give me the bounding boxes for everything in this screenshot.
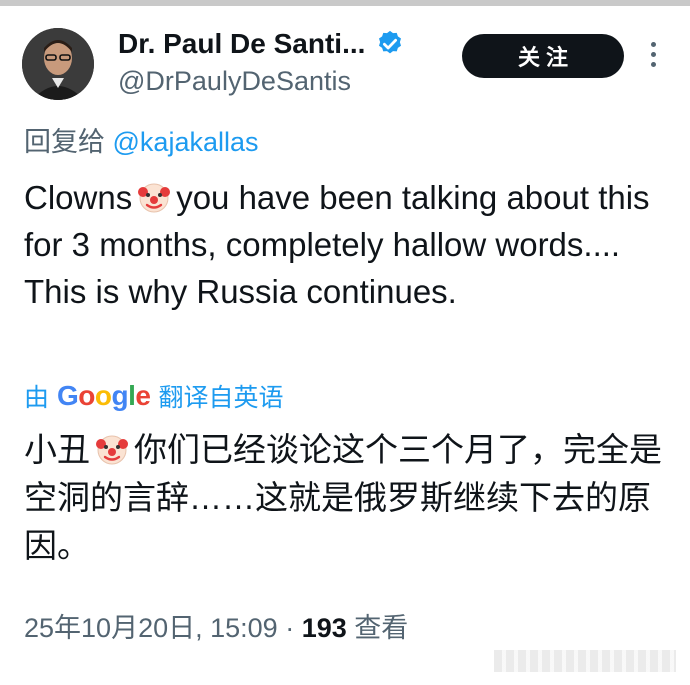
translation-suffix: 翻译自英语: [158, 384, 284, 412]
follow-button[interactable]: 关注: [462, 34, 624, 78]
author-name-text[interactable]: Dr. Paul De Santi...: [118, 28, 365, 60]
tweet-text-part-1: Clowns: [24, 179, 133, 216]
avatar[interactable]: [22, 28, 94, 100]
translated-tweet-text: 小丑 你们已经谈论这个三个月了，完全是空洞的言辞……这就是俄罗斯继续下去的原因。: [24, 426, 664, 570]
translation-prefix: 由: [24, 384, 50, 412]
author-display-name[interactable]: Dr. Paul De Santi...: [118, 28, 405, 60]
top-border: [0, 0, 690, 6]
views-count: 193: [301, 613, 347, 643]
watermark: [494, 650, 676, 672]
reply-context: 回复给 @kajakallas: [24, 120, 258, 159]
verified-badge-icon: [379, 30, 402, 54]
reply-mention-link[interactable]: @kajakallas: [113, 127, 259, 157]
translated-text-part-1: 小丑: [24, 431, 90, 468]
views-label: 查看: [354, 613, 409, 643]
tweet-meta: 25年10月20日, 15:09 · 193 查看: [24, 606, 408, 645]
author-handle[interactable]: @DrPaulyDeSantis: [118, 66, 351, 97]
clown-face-icon: [96, 435, 128, 465]
translation-attribution[interactable]: 由 Google 翻译自英语: [24, 378, 284, 414]
avatar-image: [22, 28, 94, 100]
tweet-text: Clowns you have been talking about this …: [24, 174, 664, 315]
google-logo: Google: [57, 380, 151, 411]
tweet-timestamp[interactable]: 25年10月20日, 15:09: [24, 613, 278, 643]
more-options-icon[interactable]: [646, 42, 660, 72]
meta-separator: ·: [285, 613, 295, 643]
reply-prefix: 回复给: [24, 127, 105, 157]
clown-face-icon: [138, 183, 171, 213]
